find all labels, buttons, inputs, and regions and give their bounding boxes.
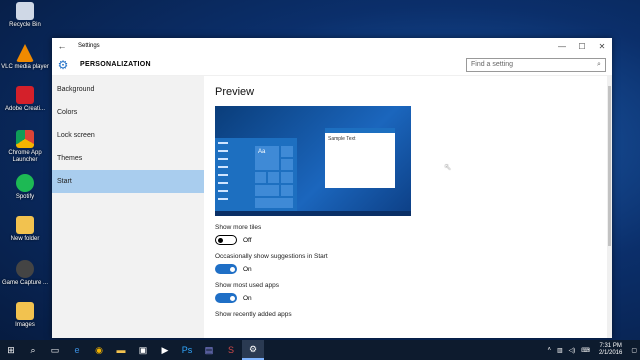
preview-tile	[255, 172, 266, 183]
close-button[interactable]: ✕	[592, 42, 612, 51]
setting-label: Occasionally show suggestions in Start	[215, 253, 328, 260]
desktop-icon-new-folder[interactable]: New folder	[0, 216, 50, 243]
sidebar-item-themes[interactable]: Themes	[52, 147, 204, 170]
chevron-up-icon[interactable]: ˄	[547, 347, 551, 353]
desktop-icon-game-capture[interactable]: Game Capture ...	[0, 260, 50, 287]
movie-maker-icon[interactable]: ▶	[154, 340, 176, 360]
page-title: Preview	[215, 86, 255, 98]
adobe-icon	[16, 86, 34, 104]
setting-show-most-used-apps: Show most used apps On	[215, 282, 612, 303]
gear-icon: ⚙	[57, 57, 69, 72]
show-suggestions-toggle[interactable]	[215, 264, 237, 274]
preview-tile	[281, 172, 293, 183]
start-preview-image: Aa Sample Text	[215, 106, 411, 216]
preview-tile	[255, 198, 293, 208]
vlc-icon	[16, 44, 34, 62]
preview-tile	[281, 185, 293, 196]
preview-window: Sample Text	[325, 128, 395, 188]
chrome-app-launcher-icon	[16, 130, 34, 148]
setting-label: Show more tiles	[215, 224, 262, 231]
preview-taskbar	[215, 211, 411, 216]
preview-tile	[268, 172, 279, 183]
search-input[interactable]: Find a setting ⌕	[466, 57, 606, 72]
language-icon[interactable]: ⌨	[581, 347, 590, 354]
preview-tile	[255, 185, 279, 196]
spotify-icon	[16, 174, 34, 192]
clock-date: 2/1/2016	[598, 350, 623, 356]
toggle-state: Off	[243, 236, 252, 244]
taskbar: ⊞ ⌕ ▭ e ◉ ▬ ▣ ▶ Ps ▤ S ⚙ ˄ ▥ ◁) ⌨ 7:31 P…	[0, 340, 640, 360]
folder-icon	[16, 216, 34, 234]
desktop-icon-spotify[interactable]: Spotify	[0, 174, 50, 201]
skype-icon[interactable]: S	[220, 340, 242, 360]
desktop-icon-images[interactable]: Images	[0, 302, 50, 329]
setting-label: Show recently added apps	[215, 311, 292, 318]
preview-tile	[281, 146, 293, 157]
scrollbar-thumb[interactable]	[608, 86, 611, 246]
start-button[interactable]: ⊞	[0, 340, 22, 360]
volume-icon[interactable]: ◁)	[569, 347, 576, 354]
sidebar-item-start[interactable]: Start	[52, 170, 204, 193]
window-title: Settings	[78, 43, 100, 49]
task-view-icon[interactable]: ▭	[44, 340, 66, 360]
system-tray: ˄ ▥ ◁) ⌨ 7:31 PM 2/1/2016 ▢	[544, 343, 640, 357]
notifications-icon[interactable]: ▢	[631, 347, 637, 354]
preview-sample-text: Sample Text	[328, 136, 356, 142]
store-icon[interactable]: ▣	[132, 340, 154, 360]
recycle-bin-icon	[16, 2, 34, 20]
mouse-cursor-icon: ↖	[444, 162, 452, 172]
search-icon: ⌕	[597, 60, 601, 68]
desktop-icon-adobe[interactable]: Adobe Creati...	[0, 86, 50, 113]
desktop-icon-chrome-app-launcher[interactable]: Chrome App Launcher	[0, 130, 50, 164]
desktop-icon-recycle-bin[interactable]: Recycle Bin	[0, 2, 50, 29]
show-more-tiles-toggle[interactable]	[215, 235, 237, 245]
sidebar: Background Colors Lock screen Themes Sta…	[52, 76, 204, 338]
preview-tile	[281, 159, 293, 170]
back-arrow-icon[interactable]: ←	[52, 41, 72, 51]
game-capture-icon	[16, 260, 34, 278]
desktop-icon-vlc[interactable]: VLC media player	[0, 44, 50, 71]
clock-time: 7:31 PM	[599, 343, 622, 349]
search-icon[interactable]: ⌕	[22, 340, 44, 360]
file-explorer-icon[interactable]: ▬	[110, 340, 132, 360]
folder-icon	[16, 302, 34, 320]
settings-header: ⚙ PERSONALIZATION Find a setting ⌕	[52, 54, 612, 76]
setting-label: Show most used apps	[215, 282, 279, 289]
minimize-button[interactable]: —	[552, 42, 572, 51]
clock[interactable]: 7:31 PM 2/1/2016	[599, 343, 622, 357]
search-placeholder: Find a setting	[471, 61, 514, 68]
sidebar-item-colors[interactable]: Colors	[52, 101, 204, 124]
preview-tile-large: Aa	[255, 146, 279, 170]
show-most-used-apps-toggle[interactable]	[215, 293, 237, 303]
toggle-state: On	[243, 265, 252, 273]
network-icon[interactable]: ▥	[557, 347, 563, 354]
settings-taskbar-icon[interactable]: ⚙	[242, 340, 264, 360]
maximize-button[interactable]: ☐	[572, 42, 592, 51]
sidebar-item-lock-screen[interactable]: Lock screen	[52, 124, 204, 147]
sidebar-item-background[interactable]: Background	[52, 78, 204, 101]
chrome-icon[interactable]: ◉	[88, 340, 110, 360]
edge-icon[interactable]: e	[66, 340, 88, 360]
setting-show-suggestions: Occasionally show suggestions in Start O…	[215, 253, 612, 274]
title-bar: ← Settings — ☐ ✕	[52, 38, 612, 54]
main-content: Preview Aa Sample Text Show more tiles O…	[204, 76, 612, 338]
photoshop-icon[interactable]: Ps	[176, 340, 198, 360]
settings-window: ← Settings — ☐ ✕ ⚙ PERSONALIZATION Find …	[52, 38, 612, 338]
setting-show-recently-added-apps: Show recently added apps	[215, 311, 612, 318]
toggle-state: On	[243, 294, 252, 302]
premiere-icon[interactable]: ▤	[198, 340, 220, 360]
section-title: PERSONALIZATION	[80, 61, 151, 68]
scrollbar[interactable]	[607, 76, 612, 338]
preview-app-list	[218, 142, 230, 206]
setting-show-more-tiles: Show more tiles Off	[215, 224, 612, 245]
